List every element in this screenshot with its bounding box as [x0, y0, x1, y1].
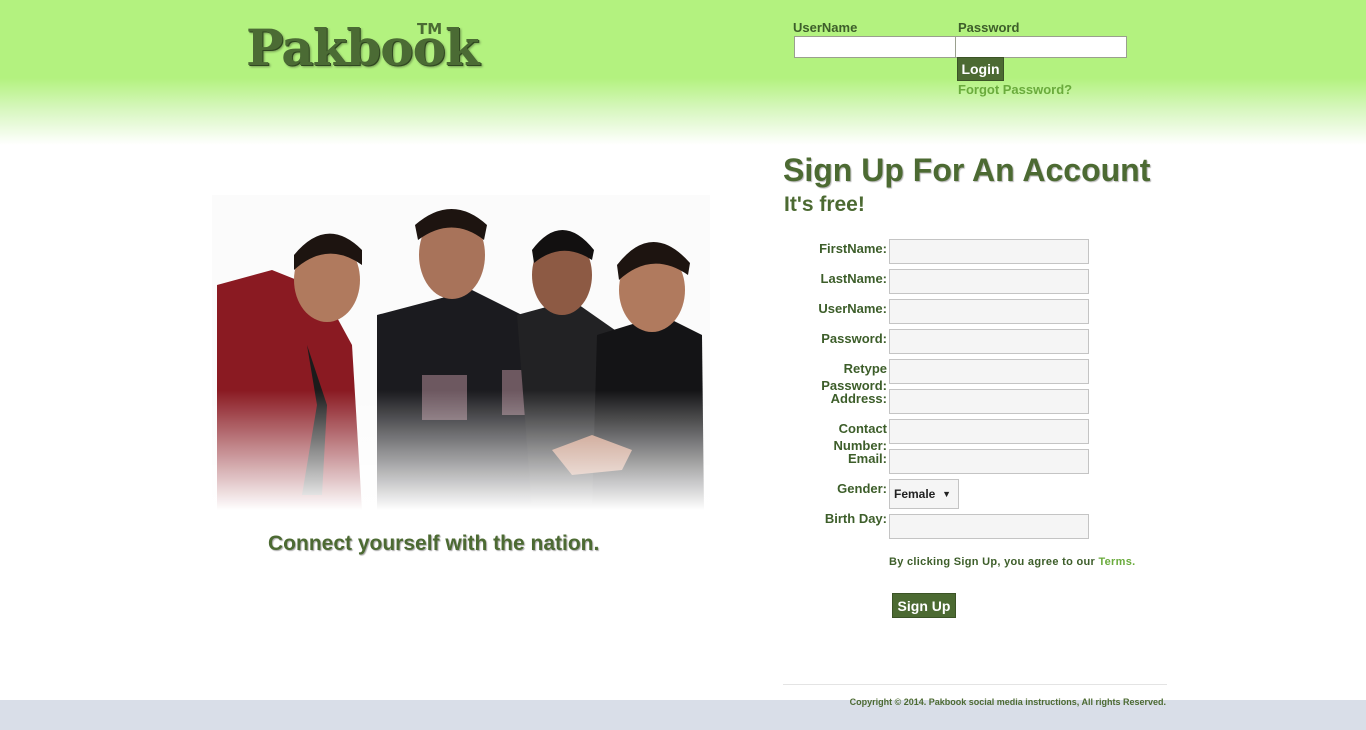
password-label: Password: — [821, 331, 887, 346]
password-input[interactable] — [889, 329, 1089, 354]
email-input[interactable] — [889, 449, 1089, 474]
login-password-input[interactable] — [955, 36, 1127, 58]
gender-selected-value: Female — [894, 487, 936, 501]
username-label: UserName: — [818, 301, 887, 316]
username-input[interactable] — [889, 299, 1089, 324]
signup-button[interactable]: Sign Up — [892, 593, 956, 618]
address-label: Address: — [830, 391, 887, 406]
retype-password-label-line1: Retype — [843, 361, 887, 376]
gender-label: Gender: — [837, 481, 887, 496]
terms-link[interactable]: Terms. — [1098, 556, 1135, 568]
trademark-mark: TM — [417, 20, 443, 38]
first-name-input[interactable] — [889, 239, 1089, 264]
last-name-input[interactable] — [889, 269, 1089, 294]
contact-number-label-line1: Contact — [838, 421, 887, 436]
gender-select[interactable]: Female ▼ — [889, 479, 959, 509]
login-password-label: Password — [958, 20, 1020, 35]
contact-number-input[interactable] — [889, 419, 1089, 444]
birthday-input[interactable] — [889, 514, 1089, 539]
login-username-input[interactable] — [794, 36, 956, 58]
last-name-label: LastName: — [820, 271, 887, 286]
login-username-label: UserName — [793, 20, 858, 35]
signup-subtitle: It's free! — [784, 193, 865, 216]
site-logo[interactable]: Pakbook — [246, 18, 480, 77]
footer-divider — [783, 684, 1167, 685]
tagline: Connect yourself with the nation. — [268, 532, 600, 555]
first-name-label: FirstName: — [819, 241, 887, 256]
dropdown-arrow-icon: ▼ — [942, 489, 951, 499]
retype-password-input[interactable] — [889, 359, 1089, 384]
header-banner — [0, 0, 1366, 145]
birthday-label: Birth Day: — [824, 511, 887, 526]
address-input[interactable] — [889, 389, 1089, 414]
copyright-text: Copyright © 2014. Pakbook social media i… — [849, 697, 1166, 707]
terms-text: By clicking Sign Up, you agree to our — [889, 556, 1099, 568]
login-button[interactable]: Login — [957, 57, 1004, 81]
email-label: Email: — [847, 451, 887, 466]
signup-title: Sign Up For An Account — [783, 152, 1151, 188]
hero-photo — [212, 195, 710, 510]
forgot-password-link[interactable]: Forgot Password? — [958, 82, 1072, 97]
terms-notice: By clicking Sign Up, you agree to our Te… — [889, 556, 1136, 568]
